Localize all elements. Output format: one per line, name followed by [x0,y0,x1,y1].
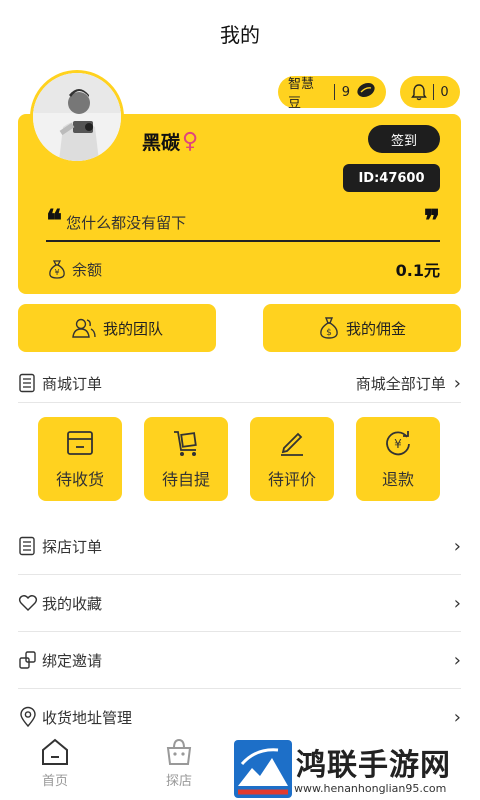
bell-icon [411,83,428,101]
home-icon [40,738,70,766]
chevron-right-icon: › [453,592,461,614]
svg-text:¥: ¥ [394,437,402,451]
watermark-text: 鸿联手游网 [296,748,451,783]
divider [18,688,461,689]
female-icon: ♀ [182,129,199,154]
bean-icon [356,82,376,102]
svg-text:¥: ¥ [54,268,59,277]
watermark-url: www.henanhonglian95.com [294,782,447,795]
notification-button[interactable]: 0 [400,76,460,108]
watermark-logo-icon [234,740,292,800]
shop-bag-icon [164,738,194,766]
tile-label: 待收货 [55,470,104,489]
balance-value: 0.1元 [395,261,440,280]
cart-icon [171,428,201,458]
chevron-right-icon: › [453,372,461,394]
points-count: 9 [341,84,350,100]
tab-label: 探店 [165,774,192,789]
my-commission-button[interactable]: $ 我的佣金 [263,304,461,352]
points-label: 智慧豆 [288,77,315,111]
menu-item-label: 探店订单 [42,537,103,556]
menu-item-label: 我的收藏 [42,594,103,613]
menu-item-favorites[interactable]: 我的收藏 › [18,587,461,619]
tab-store-visit[interactable]: 探店 [164,738,194,789]
tile-pending-review[interactable]: 待评价 [250,417,334,501]
watermark: 鸿联手游网 www.henanhonglian95.com [230,740,480,800]
box-icon [65,428,95,458]
avatar[interactable] [30,70,124,164]
all-mall-orders-link[interactable]: 商城全部订单 › [356,373,461,394]
all-mall-orders-label: 商城全部订单 [355,374,446,393]
tile-pending-receipt[interactable]: 待收货 [38,417,122,501]
page-header: 我的 [0,0,480,66]
user-id-badge: ID:47600 [343,164,440,192]
mall-orders-title: 商城订单 [42,374,103,393]
money-bag-icon: ¥ [46,258,68,280]
page-title: 我的 [220,22,260,47]
team-icon [71,317,97,339]
menu-item-store-visit-orders[interactable]: 探店订单 › [18,530,461,562]
checkin-button[interactable]: 签到 [368,125,440,153]
heart-icon [18,593,38,613]
my-commission-label: 我的佣金 [345,319,406,338]
bio-row[interactable]: ❝ 您什么都没有留下 ❞ [46,204,440,242]
quote-close-icon: ❞ [423,204,440,239]
divider [18,574,461,575]
balance-row[interactable]: ¥ 余额 0.1元 [46,256,440,282]
tab-home[interactable]: 首页 [40,738,70,789]
order-list-icon [18,373,36,393]
refund-icon: ¥ [383,428,413,458]
divider [18,631,461,632]
chevron-right-icon: › [453,649,461,671]
money-bag-icon: $ [318,316,340,340]
bio-text: 您什么都没有留下 [66,213,187,232]
my-team-label: 我的团队 [102,319,163,338]
tile-pending-pickup[interactable]: 待自提 [144,417,228,501]
points-pill[interactable]: 智慧豆 9 [278,76,386,111]
nickname-text: 黑碳 [142,132,181,154]
nickname: 黑碳 ♀ [142,128,198,155]
menu-item-label: 收货地址管理 [42,708,133,727]
menu-item-address-management[interactable]: 收货地址管理 › [18,701,461,733]
mall-orders-header: 商城订单 商城全部订单 › [18,368,461,398]
divider [18,402,461,403]
tile-label: 退款 [381,470,414,489]
svg-text:$: $ [326,328,332,338]
chevron-right-icon: › [453,706,461,728]
menu-item-label: 绑定邀请 [42,651,103,670]
my-team-button[interactable]: 我的团队 [18,304,216,352]
tile-refund[interactable]: ¥ 退款 [356,417,440,501]
pen-icon [277,428,307,458]
link-icon [18,650,38,670]
chevron-right-icon: › [453,535,461,557]
tile-label: 待自提 [161,470,210,489]
quote-open-icon: ❝ [46,204,63,239]
menu-item-bind-invite[interactable]: 绑定邀请 › [18,644,461,676]
tab-label: 首页 [41,774,68,789]
order-list-icon [18,536,36,556]
location-icon [18,706,38,728]
tile-label: 待评价 [267,470,316,489]
notification-count: 0 [440,84,449,100]
balance-label: 余额 [72,260,103,279]
